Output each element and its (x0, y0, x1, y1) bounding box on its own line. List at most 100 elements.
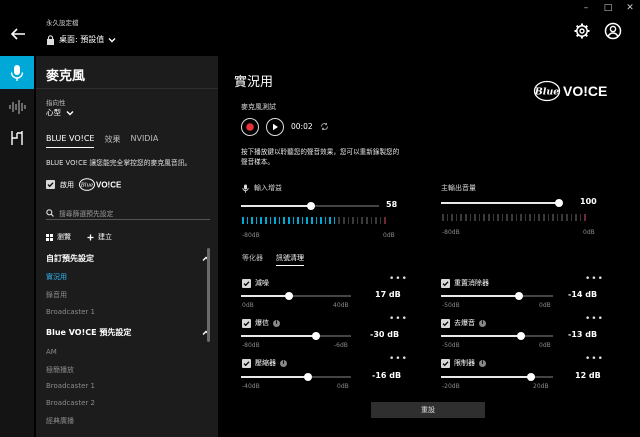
check-icon (442, 360, 449, 366)
record-button[interactable] (241, 118, 259, 136)
info-icon[interactable]: i (479, 359, 486, 367)
preset-item[interactable]: Broadcaster 1 (46, 382, 95, 390)
tab-blue-voice[interactable]: BLUE VO!CE (46, 134, 95, 148)
output-max-label: 0dB (583, 229, 595, 236)
info-icon[interactable]: i (479, 319, 486, 327)
output-volume-slider[interactable] (441, 199, 563, 207)
create-button[interactable]: 建立 (87, 232, 112, 242)
slider-knob[interactable] (515, 292, 523, 300)
limiter-slider[interactable] (441, 373, 553, 381)
minimize-button[interactable]: – (580, 2, 592, 14)
input-gain-value: 58 (386, 200, 398, 209)
svg-text:VO!CE: VO!CE (96, 181, 122, 190)
output-volume-value: 100 (580, 197, 597, 206)
more-options-button[interactable]: ••• (585, 354, 604, 364)
routing-icon (11, 130, 23, 145)
microphone-icon (10, 64, 24, 81)
input-gain-slider[interactable] (241, 202, 379, 210)
more-options-button[interactable]: ••• (389, 354, 408, 364)
test-timer: 00:02 (291, 122, 313, 131)
reset-button[interactable]: 重設 (371, 402, 485, 418)
expander-slider[interactable] (441, 292, 553, 300)
preset-item[interactable]: AM (46, 348, 57, 356)
input-gain-header: 輸入增益 (242, 183, 282, 193)
rail-waveform[interactable] (0, 90, 34, 123)
compressor-slider[interactable] (241, 373, 351, 381)
page-title: 實況用 (234, 75, 274, 90)
loop-icon[interactable] (320, 122, 329, 131)
play-icon (273, 123, 278, 131)
blue-voice-description: BLUE VO!CE 讓您能完全掌控您的麥克風音訊。 (46, 159, 192, 167)
effect-checkbox[interactable] (441, 318, 450, 328)
effect-checkbox[interactable] (441, 358, 450, 368)
info-icon[interactable]: i (273, 319, 280, 327)
effect-checkbox[interactable] (242, 358, 251, 368)
panel-title: 麥克風 (46, 69, 86, 84)
preset-item[interactable]: Broadcaster 2 (46, 399, 95, 407)
noise-reduction-slider[interactable] (241, 292, 351, 300)
deesser-slider[interactable] (241, 332, 351, 340)
effect-expander-header: 重置消除器 (441, 278, 489, 288)
slider-fill (241, 335, 315, 337)
rail-routing[interactable] (0, 121, 34, 154)
effect-min-label: -20dB (442, 383, 460, 390)
blue-voice-presets-header[interactable]: Blue VO!CE 預先設定 (46, 327, 210, 338)
enable-checkbox[interactable] (46, 180, 55, 189)
preset-item[interactable]: 錄音用 (46, 290, 67, 300)
polar-pattern-dropdown[interactable]: 心型 (46, 107, 74, 118)
slider-knob[interactable] (307, 202, 315, 210)
custom-presets-header[interactable]: 自訂預先設定 (46, 253, 210, 264)
close-button[interactable]: ✕ (624, 2, 636, 14)
output-volume-label: 主輸出音量 (441, 184, 476, 192)
effect-name: 壓縮器 (255, 359, 276, 367)
svg-text:VO!CE: VO!CE (563, 83, 607, 99)
effect-value: 12 dB (575, 371, 601, 380)
slider-knob[interactable] (285, 292, 293, 300)
slider-knob[interactable] (304, 373, 312, 381)
preset-item[interactable]: Broadcaster 1 (46, 308, 95, 316)
declicker-slider[interactable] (441, 332, 553, 340)
tab-nvidia[interactable]: NVIDIA (130, 134, 158, 148)
preset-item[interactable]: 實況用 (46, 272, 67, 282)
check-icon (442, 280, 449, 286)
preset-item[interactable]: 經典廣播 (46, 416, 74, 426)
effect-max-label: 20dB (533, 383, 549, 390)
chevron-down-icon (66, 110, 74, 115)
settings-button[interactable] (573, 22, 591, 40)
enable-blue-voice-toggle[interactable]: 啟用 Blue VO!CE (46, 178, 123, 191)
svg-text:Blue: Blue (80, 183, 94, 189)
effect-max-label: -6dB (334, 342, 348, 349)
preset-item[interactable]: 極簡播放 (46, 365, 74, 375)
more-options-button[interactable]: ••• (389, 314, 408, 324)
profile-selector[interactable]: 桌面: 預設值 (46, 34, 116, 45)
effect-name: 限制器 (454, 359, 475, 367)
back-button[interactable] (8, 24, 28, 44)
effect-min-label: -50dB (442, 302, 460, 309)
account-button[interactable] (604, 22, 622, 40)
more-options-button[interactable]: ••• (389, 274, 408, 284)
effect-deesser-header: 爆信 i (242, 318, 280, 328)
tab-signal-cleanup[interactable]: 訊號清理 (276, 253, 304, 266)
tab-effects[interactable]: 效果 (104, 134, 120, 148)
browse-button[interactable]: 瀏覽 (46, 232, 71, 242)
slider-knob[interactable] (517, 332, 525, 340)
play-button[interactable] (266, 118, 284, 136)
maximize-button[interactable]: □ (602, 2, 614, 14)
rail-microphone[interactable] (0, 56, 34, 89)
panel-scrollbar[interactable] (207, 248, 210, 342)
effect-checkbox[interactable] (242, 278, 251, 288)
effect-checkbox[interactable] (242, 318, 251, 328)
reset-label: 重設 (421, 406, 435, 414)
preset-search[interactable]: 搜尋篩選預先設定 (46, 206, 210, 220)
slider-knob[interactable] (527, 373, 535, 381)
slider-knob[interactable] (312, 332, 320, 340)
more-options-button[interactable]: ••• (585, 314, 604, 324)
more-options-button[interactable]: ••• (585, 274, 604, 284)
info-icon[interactable]: i (280, 359, 287, 367)
profile-name: 桌面: 預設值 (59, 35, 105, 44)
slider-knob[interactable] (555, 199, 563, 207)
test-hint-line-2: 聲音樣本。 (241, 158, 274, 166)
tab-equalizer[interactable]: 等化器 (242, 253, 263, 263)
effect-checkbox[interactable] (441, 278, 450, 288)
microphone-panel: 麥克風 指向性 心型 BLUE VO!CE 效果 NVIDIA BLUE VO!… (36, 56, 218, 437)
